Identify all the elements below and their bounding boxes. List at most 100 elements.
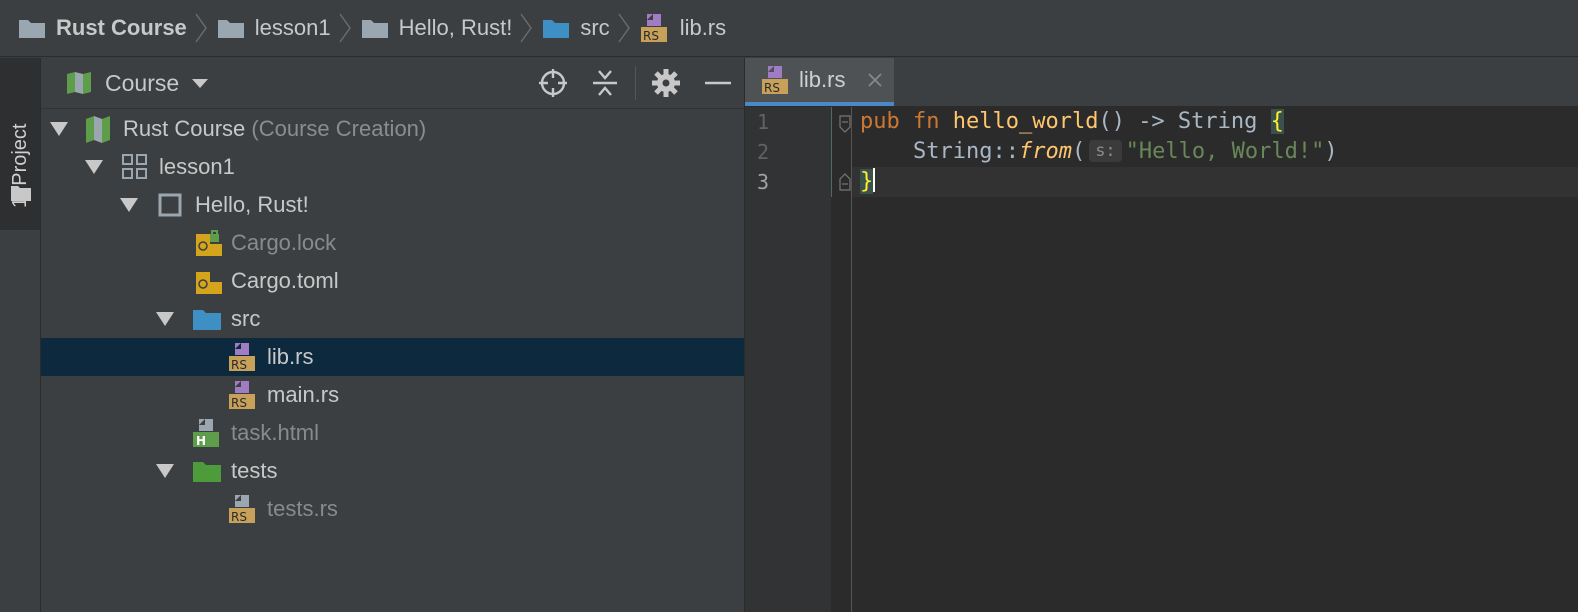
rust-file-icon: RS (229, 381, 255, 410)
tree-item-hello-rust[interactable]: Hello, Rust! (41, 186, 744, 224)
breadcrumb-label: src (580, 15, 610, 40)
brace-token: { (1270, 109, 1284, 134)
tree-item-label: Cargo.toml (231, 268, 339, 293)
course-icon (86, 116, 110, 143)
parameter-hint: s: (1089, 140, 1122, 162)
signature-token: () -> String (1098, 109, 1271, 134)
expanded-arrow-icon[interactable] (84, 159, 104, 175)
project-tree: Rust Course (Course Creation) lesson1 He… (41, 110, 744, 528)
method-token: from (1018, 139, 1072, 164)
tree-item-label: Hello, Rust! (195, 192, 309, 217)
chevron-right-icon (520, 13, 534, 43)
panel-toolbar (527, 58, 744, 108)
breadcrumb: Rust Course lesson1 Hello, Rust! src RS … (0, 0, 1578, 57)
tree-item-rust-course[interactable]: Rust Course (Course Creation) (41, 110, 744, 148)
collapse-all-button[interactable] (579, 58, 631, 108)
breadcrumb-item-hello-rust[interactable]: Hello, Rust! (361, 15, 513, 41)
tree-item-label: tests.rs (267, 496, 338, 521)
fold-end-icon[interactable] (839, 173, 851, 191)
gear-icon (652, 69, 680, 97)
line-number-gutter: 1 2 3 (745, 107, 831, 612)
cargo-toml-icon (196, 272, 222, 294)
svg-text:RS: RS (764, 81, 780, 95)
toolbar-separator (635, 66, 636, 100)
project-panel-header: Course (41, 58, 744, 109)
tree-item-label: lib.rs (267, 344, 314, 369)
chevron-down-icon (192, 79, 209, 88)
paren-token: ) (1324, 139, 1338, 164)
tree-item-src[interactable]: src (41, 300, 744, 338)
svg-text:RS: RS (643, 29, 659, 43)
tree-item-cargo-toml[interactable]: Cargo.toml (41, 262, 744, 300)
locate-button[interactable] (527, 58, 579, 108)
tree-item-cargo-lock[interactable]: Cargo.lock (41, 224, 744, 262)
tree-item-tests-rs[interactable]: RS tests.rs (41, 490, 744, 528)
collapse-all-icon (593, 70, 617, 96)
chevron-right-icon (618, 13, 632, 43)
tree-item-label: src (231, 306, 261, 331)
view-selector[interactable]: Course (65, 70, 209, 97)
code-line-1: pub fn hello_world() -> String { (860, 107, 1578, 137)
minimize-icon (705, 81, 731, 85)
fold-gutter (839, 107, 852, 612)
tree-item-tests[interactable]: tests (41, 452, 744, 490)
project-tool-tab[interactable]: 1: Project (0, 58, 40, 230)
editor-tab-bar: RS lib.rs (745, 58, 1578, 107)
rust-file-icon: RS (762, 66, 788, 95)
expanded-arrow-icon[interactable] (119, 197, 139, 213)
folder-icon (11, 186, 31, 201)
settings-button[interactable] (640, 58, 692, 108)
text-caret (873, 168, 876, 192)
folder-icon (361, 20, 388, 38)
line-number: 1 (757, 110, 770, 134)
folder-icon (19, 20, 45, 38)
breadcrumb-label: Rust Course (56, 15, 187, 40)
keyword-token: pub (860, 109, 900, 134)
tree-item-suffix: (Course Creation) (251, 116, 427, 141)
tool-window-strip: 1: Project (0, 58, 41, 612)
svg-text:H: H (196, 434, 206, 448)
paren-token: ( (1071, 139, 1086, 164)
breadcrumb-item-rust-course[interactable]: Rust Course (18, 15, 187, 41)
expanded-arrow-icon[interactable] (49, 121, 69, 137)
source-folder-icon (543, 20, 570, 38)
chevron-right-icon (339, 13, 353, 43)
task-icon (158, 193, 182, 217)
tree-item-lesson1[interactable]: lesson1 (41, 148, 744, 186)
expanded-arrow-icon[interactable] (155, 311, 175, 327)
tree-item-label: main.rs (267, 382, 340, 407)
html-file-icon: H (193, 419, 219, 448)
source-folder-icon (193, 310, 221, 330)
test-folder-icon (193, 462, 221, 482)
fold-start-icon[interactable] (839, 115, 851, 133)
svg-text:RS: RS (231, 358, 247, 372)
minimize-button[interactable] (692, 58, 744, 108)
line-number: 2 (757, 140, 770, 164)
view-selector-label: Course (105, 69, 180, 96)
chevron-right-icon (195, 13, 209, 43)
rust-file-icon: RS (640, 14, 667, 43)
breadcrumb-item-lesson1[interactable]: lesson1 (217, 15, 331, 41)
cargo-lock-icon (196, 230, 222, 256)
editor-tab-lib-rs[interactable]: RS lib.rs (745, 58, 894, 106)
keyword-token: fn (913, 109, 940, 134)
close-icon[interactable] (867, 72, 883, 88)
breadcrumb-label: lesson1 (254, 15, 331, 40)
tree-item-label: lesson1 (159, 154, 235, 179)
breadcrumb-label: lib.rs (679, 15, 727, 40)
tree-item-task-html[interactable]: H task.html (41, 414, 744, 452)
editor: RS lib.rs 1 2 3 pub fn hello_world() -> … (745, 58, 1578, 612)
breadcrumb-item-src[interactable]: src (542, 15, 610, 41)
breadcrumb-label: Hello, Rust! (398, 15, 513, 40)
line-number: 3 (757, 170, 770, 194)
lesson-icon (122, 154, 147, 179)
locate-icon (539, 69, 567, 97)
breadcrumb-item-lib-rs[interactable]: RS lib.rs (640, 13, 726, 43)
expanded-arrow-icon[interactable] (155, 463, 175, 479)
tree-item-lib-rs[interactable]: RS lib.rs (41, 338, 744, 376)
rust-file-icon: RS (229, 495, 255, 524)
string-token: "Hello, World!" (1125, 139, 1325, 164)
code-line-2: String::from(s: "Hello, World!") (860, 137, 1578, 167)
tree-item-main-rs[interactable]: RS main.rs (41, 376, 744, 414)
rust-file-icon: RS (229, 343, 255, 372)
